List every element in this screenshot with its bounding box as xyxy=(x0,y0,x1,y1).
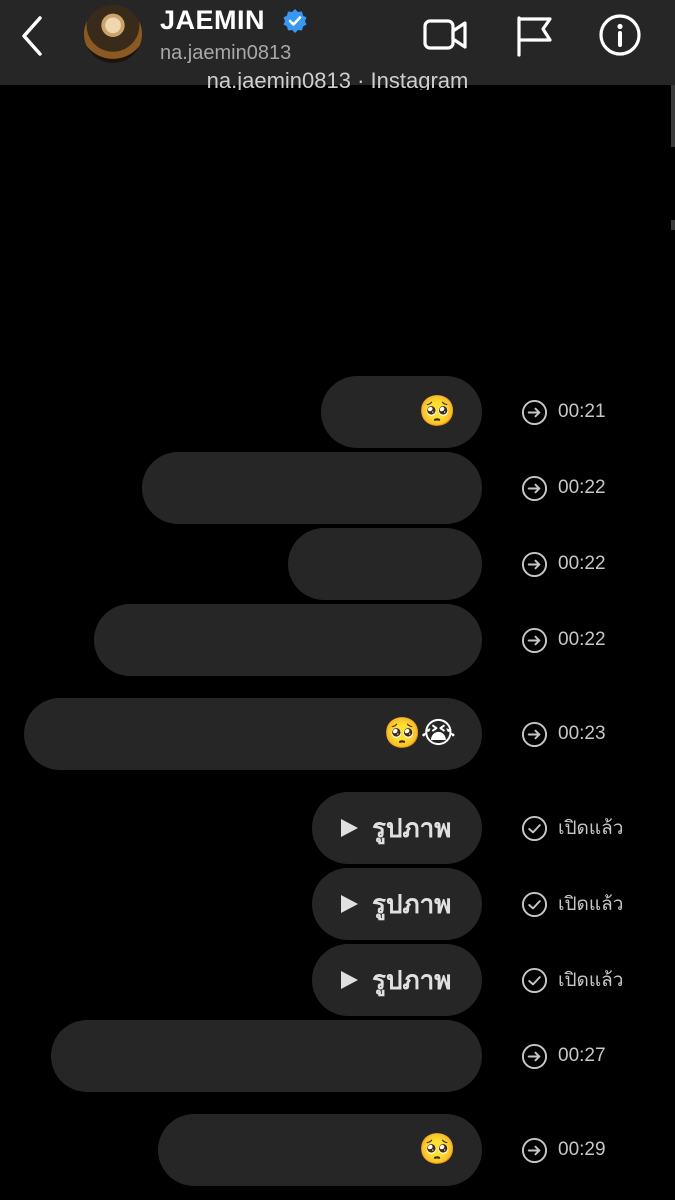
photo-message[interactable]: รูปภาพ xyxy=(312,792,482,864)
report-button[interactable] xyxy=(512,13,558,57)
contact-handle[interactable]: na.jaemin0813 xyxy=(160,42,291,65)
scrollbar-tick xyxy=(671,220,675,230)
status-time: 00:21 xyxy=(558,401,606,422)
photo-message[interactable]: รูปภาพ xyxy=(312,944,482,1016)
status-time: 00:29 xyxy=(558,1139,606,1160)
message-bubble[interactable]: 🥺😭 xyxy=(24,698,482,770)
play-icon xyxy=(341,819,358,837)
message-status: 00:22 xyxy=(521,627,606,653)
scrollbar-thumb[interactable] xyxy=(671,85,675,147)
status-opened: เปิดแล้ว xyxy=(558,894,624,915)
message-status: 00:23 xyxy=(521,721,606,747)
arrow-right-circle-icon xyxy=(521,721,548,747)
message-emoji: 🥺😭 xyxy=(383,716,456,751)
photo-label: รูปภาพ xyxy=(372,964,452,995)
check-circle-icon xyxy=(521,891,548,917)
status-time: 00:23 xyxy=(558,723,606,744)
message-status: เปิดแล้ว xyxy=(521,891,623,917)
arrow-right-circle-icon xyxy=(521,399,548,425)
cut-off-caption: na.jaemin0813 · Instagram xyxy=(206,72,469,90)
message-emoji: 🥺 xyxy=(418,394,456,429)
photo-label: รูปภาพ xyxy=(372,812,452,843)
message-status: 00:22 xyxy=(521,551,606,577)
message-bubble[interactable] xyxy=(288,528,482,600)
arrow-right-circle-icon xyxy=(521,551,548,577)
arrow-right-circle-icon xyxy=(521,627,548,653)
video-camera-icon xyxy=(423,19,467,50)
status-time: 00:27 xyxy=(558,1045,606,1066)
check-circle-icon xyxy=(521,815,548,841)
message-bubble[interactable]: 🥺 xyxy=(158,1114,482,1186)
back-button[interactable] xyxy=(14,14,54,58)
info-button[interactable] xyxy=(597,13,643,57)
message-status: 00:29 xyxy=(521,1137,606,1163)
flag-icon xyxy=(517,16,552,57)
photo-message[interactable]: รูปภาพ xyxy=(312,868,482,940)
message-status: เปิดแล้ว xyxy=(521,815,623,841)
video-call-button[interactable] xyxy=(422,13,468,57)
message-bubble[interactable] xyxy=(94,604,482,676)
message-status: 00:22 xyxy=(521,475,606,501)
message-status: เปิดแล้ว xyxy=(521,967,623,993)
message-status: 00:21 xyxy=(521,399,606,425)
contact-name[interactable]: JAEMIN xyxy=(160,5,265,36)
chevron-left-icon xyxy=(22,16,42,56)
status-time: 00:22 xyxy=(558,553,606,574)
photo-label: รูปภาพ xyxy=(372,888,452,919)
avatar[interactable] xyxy=(84,5,142,63)
check-circle-icon xyxy=(521,967,548,993)
message-bubble[interactable] xyxy=(142,452,482,524)
message-emoji: 🥺 xyxy=(418,1132,456,1167)
verified-badge-icon xyxy=(283,9,307,33)
status-time: 00:22 xyxy=(558,477,606,498)
message-bubble[interactable] xyxy=(51,1020,482,1092)
message-status: 00:27 xyxy=(521,1043,606,1069)
play-icon xyxy=(341,971,358,989)
message-bubble[interactable]: 🥺 xyxy=(321,376,482,448)
status-opened: เปิดแล้ว xyxy=(558,818,624,839)
play-icon xyxy=(341,895,358,913)
status-opened: เปิดแล้ว xyxy=(558,970,624,991)
info-icon xyxy=(599,14,641,56)
arrow-right-circle-icon xyxy=(521,1137,548,1163)
status-time: 00:22 xyxy=(558,629,606,650)
arrow-right-circle-icon xyxy=(521,475,548,501)
arrow-right-circle-icon xyxy=(521,1043,548,1069)
